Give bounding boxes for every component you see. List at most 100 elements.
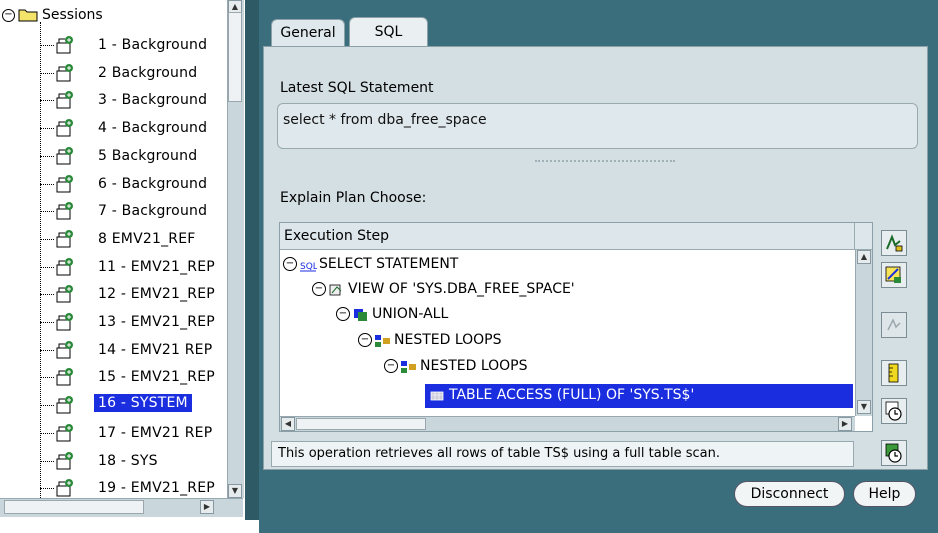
refresh-button[interactable]	[881, 440, 907, 466]
tree-item-label: 11 - EMV21_REP	[98, 259, 215, 275]
tree-item-session[interactable]: 13 - EMV21_REP	[0, 309, 225, 336]
session-icon	[54, 200, 78, 222]
session-icon	[54, 34, 78, 56]
scroll-down-icon[interactable]: ▼	[857, 400, 871, 414]
tree-connector	[40, 433, 54, 434]
tree-item-session[interactable]: 2 Background	[0, 60, 225, 87]
plan-hscroll-thumb[interactable]	[296, 418, 426, 430]
tree-item-session[interactable]: 6 - Background	[0, 171, 225, 198]
panel-splitter[interactable]	[245, 0, 259, 520]
sessions-tree: − Sessions 1 - Background 2 Background 3 -…	[0, 0, 245, 520]
explain-plan-button[interactable]	[881, 230, 907, 256]
scroll-up-icon[interactable]: ▲	[857, 250, 871, 264]
plan-step-label: NESTED LOOPS	[394, 332, 502, 348]
tree-hscroll-thumb[interactable]	[4, 500, 144, 514]
tree-item-session[interactable]: 17 - EMV21 REP	[0, 420, 225, 447]
tree-item-session[interactable]: 12 - EMV21_REP	[0, 281, 225, 308]
session-icon	[54, 283, 78, 305]
tree-connector	[40, 73, 54, 74]
plan-view-button[interactable]	[881, 262, 907, 288]
plan-step-label: VIEW OF 'SYS.DBA_FREE_SPACE'	[348, 281, 575, 297]
tree-item-session[interactable]: 14 - EMV21 REP	[0, 337, 225, 364]
tree-connector	[40, 377, 54, 378]
plan-step-row[interactable]: − SQL SELECT STATEMENT	[283, 253, 458, 277]
clock-icon	[885, 401, 902, 421]
history-button[interactable]	[881, 398, 907, 424]
help-button[interactable]: Help	[853, 481, 916, 507]
tree-item-label: 15 - EMV21_REP	[98, 369, 215, 385]
plan-vertical-scrollbar[interactable]: ▲ ▼	[855, 250, 872, 416]
tree-item-label: 12 - EMV21_REP	[98, 286, 215, 302]
collapse-toggle-icon[interactable]: −	[312, 282, 326, 296]
plan-step-row[interactable]: − NESTED LOOPS	[358, 329, 502, 353]
tree-item-label: 3 - Background	[98, 92, 208, 108]
plan-step-row[interactable]: − NESTED LOOPS	[384, 355, 528, 379]
explain-plan-label: Explain Plan Choose:	[280, 190, 427, 206]
tree-connector	[40, 350, 54, 351]
ruler-button[interactable]	[881, 360, 907, 386]
explain-plan-icon	[886, 234, 903, 252]
table-icon	[429, 388, 445, 402]
session-icon	[54, 366, 78, 388]
session-icon	[54, 394, 78, 416]
tree-root-sessions[interactable]: − Sessions	[0, 3, 220, 27]
tree-item-session[interactable]: 3 - Background	[0, 87, 225, 114]
collapse-toggle-icon[interactable]: −	[2, 9, 15, 22]
disconnect-button[interactable]: Disconnect	[734, 481, 845, 507]
tree-item-session[interactable]: 16 - SYSTEM	[0, 392, 225, 419]
collapse-toggle-icon[interactable]: −	[336, 307, 350, 321]
resize-grip[interactable]	[535, 160, 675, 162]
plan-step-row[interactable]: TABLE ACCESS (FULL) OF 'SYS.TS$'	[425, 384, 853, 408]
tree-connector	[40, 128, 54, 129]
tune-button-disabled[interactable]	[881, 312, 907, 338]
ruler-icon	[888, 363, 899, 383]
tab-sql[interactable]: SQL	[349, 17, 428, 47]
tree-connector	[40, 45, 54, 46]
tree-item-label: 18 - SYS	[98, 453, 158, 469]
tree-connector	[40, 294, 54, 295]
scroll-left-icon[interactable]: ◀	[281, 417, 295, 431]
tree-item-label: 4 - Background	[98, 120, 208, 136]
tree-item-label: 7 - Background	[98, 203, 208, 219]
scroll-right-icon[interactable]: ▶	[838, 417, 852, 431]
tree-item-label: 13 - EMV21_REP	[98, 314, 215, 330]
plan-step-row[interactable]: − VIEW OF 'SYS.DBA_FREE_SPACE'	[312, 278, 575, 302]
tree-item-session[interactable]: 4 - Background	[0, 115, 225, 142]
tree-item-label: 6 - Background	[98, 176, 208, 192]
sql-icon: SQL	[299, 257, 318, 272]
session-icon	[54, 145, 78, 167]
column-header-execution-step[interactable]: Execution Step	[280, 223, 854, 250]
tree-connector	[40, 488, 54, 489]
tree-item-session[interactable]: 7 - Background	[0, 198, 225, 225]
session-icon	[54, 339, 78, 361]
tree-item-session[interactable]: 5 Background	[0, 143, 225, 170]
tree-item-label: 17 - EMV21 REP	[98, 425, 213, 441]
tab-general[interactable]: General	[271, 19, 345, 47]
scroll-down-icon[interactable]: ▼	[228, 484, 242, 498]
collapse-toggle-icon[interactable]: −	[358, 333, 372, 347]
tree-connector	[40, 405, 54, 406]
nested-loops-icon	[374, 333, 390, 347]
collapse-toggle-icon[interactable]: −	[283, 257, 297, 271]
refresh-clock-icon	[885, 443, 902, 463]
plan-horizontal-scrollbar[interactable]: ◀ ▶	[280, 416, 855, 431]
tree-item-session[interactable]: 1 - Background	[0, 32, 225, 59]
session-icon	[54, 422, 78, 444]
scroll-right-icon[interactable]: ▶	[200, 500, 214, 514]
sql-statement-text: select * from dba_free_space	[283, 112, 487, 128]
session-icon	[54, 228, 78, 250]
collapse-toggle-icon[interactable]: −	[384, 359, 398, 373]
tree-item-session[interactable]: 8 EMV21_REF	[0, 226, 225, 253]
view-icon	[328, 282, 344, 296]
latest-sql-label: Latest SQL Statement	[280, 80, 434, 96]
tree-item-session[interactable]: 15 - EMV21_REP	[0, 364, 225, 391]
tree-item-session[interactable]: 11 - EMV21_REP	[0, 254, 225, 281]
tree-item-label: 1 - Background	[98, 37, 208, 53]
plan-step-row[interactable]: − UNION-ALL	[336, 303, 448, 327]
step-description: This operation retrieves all rows of tab…	[271, 441, 854, 467]
tree-root-label: Sessions	[42, 7, 103, 23]
tree-vscroll-thumb[interactable]	[228, 12, 242, 102]
session-icon	[54, 62, 78, 84]
plan-step-label: UNION-ALL	[372, 306, 449, 322]
tree-item-session[interactable]: 18 - SYS	[0, 448, 225, 475]
